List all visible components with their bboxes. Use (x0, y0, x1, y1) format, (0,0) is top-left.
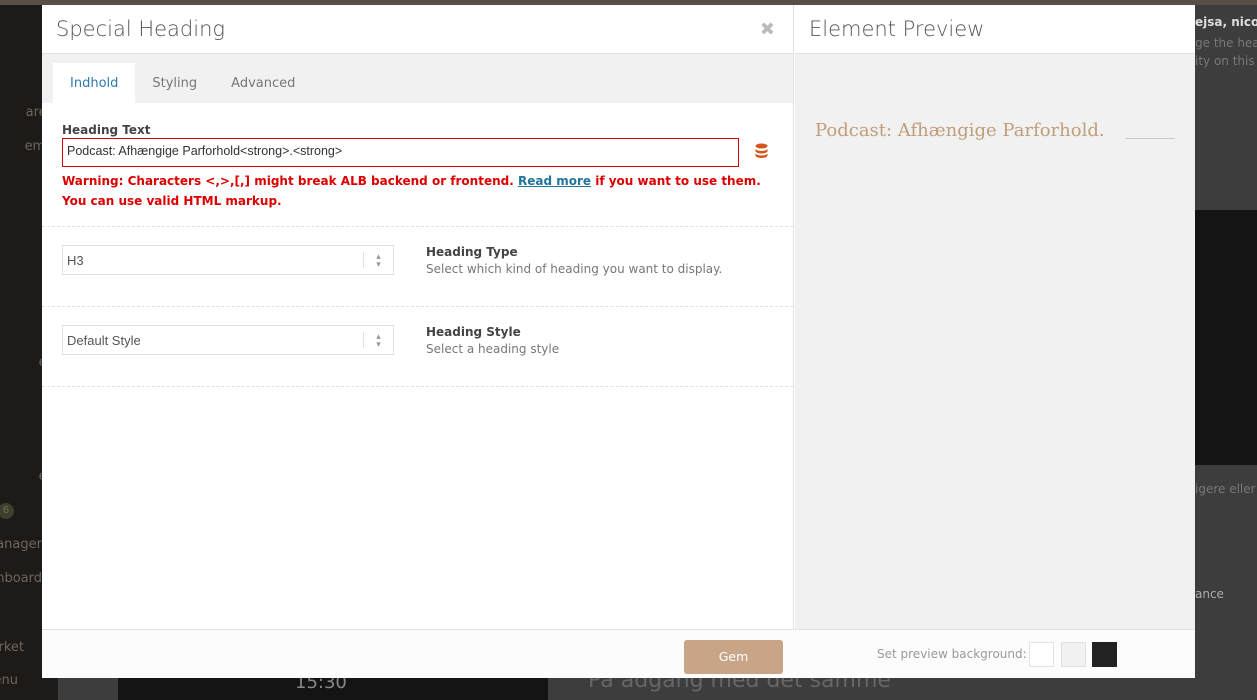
heading-type-select[interactable]: H3 ▴ ▾ (62, 245, 394, 275)
preview-divider (1125, 138, 1175, 139)
count-badge: 6 (0, 503, 14, 519)
bg-text: igere eller (1195, 482, 1256, 496)
heading-text-section: Heading Text Podcast: Afhængige Parforho… (42, 103, 793, 227)
swatch-dark[interactable] (1092, 642, 1117, 667)
updown-icon: ▴ ▾ (363, 252, 393, 269)
special-heading-modal: Special Heading ✖ Indhold Styling Advanc… (42, 5, 1195, 678)
heading-style-label: Heading Style (426, 325, 521, 339)
swatch-light-gray[interactable] (1061, 642, 1086, 667)
bg-image (1195, 210, 1257, 465)
heading-text-input[interactable]: Podcast: Afhængige Parforhold<strong>.<s… (62, 138, 739, 167)
select-value: H3 (67, 253, 84, 268)
sidebar-item[interactable]: enu (0, 673, 18, 688)
heading-style-row: Default Style ▴ ▾ Heading Style Select a he… (42, 307, 793, 387)
read-more-link[interactable]: Read more (518, 174, 591, 188)
swatch-white[interactable] (1029, 642, 1054, 667)
sidebar-item[interactable]: anager (0, 537, 42, 552)
save-button[interactable]: Gem (684, 640, 783, 674)
settings-pane: Special Heading ✖ Indhold Styling Advanc… (42, 5, 794, 678)
modal-footer: Gem (42, 629, 794, 678)
warning-message: Warning: Characters <,>,[,] might break … (62, 171, 772, 211)
heading-type-desc: Select which kind of heading you want to… (426, 262, 723, 276)
warning-text: Warning: Characters <,>,[,] might break … (62, 174, 514, 188)
select-value: Default Style (67, 333, 141, 348)
tab-styling[interactable]: Styling (135, 63, 214, 103)
tab-indhold[interactable]: Indhold (53, 63, 136, 103)
heading-style-desc: Select a heading style (426, 342, 560, 356)
bg-text: ance (1195, 587, 1224, 601)
sidebar-item[interactable]: rket (0, 640, 24, 655)
close-icon[interactable]: ✖ (760, 19, 775, 40)
heading-text-label: Heading Text (62, 123, 151, 137)
tab-bar: Indhold Styling Advanced (42, 54, 793, 103)
heading-type-row: H3 ▴ ▾ Heading Type Select which kind of he… (42, 227, 793, 307)
preview-pane: Element Preview Podcast: Afhængige Parfo… (795, 5, 1195, 678)
preview-heading: Podcast: Afhængige Parforhold. (815, 120, 1105, 141)
preview-bg-label: Set preview background: (877, 647, 1027, 661)
bg-text: ge the hea (1195, 36, 1257, 50)
preview-title: Element Preview (795, 5, 1195, 54)
modal-title: Special Heading (42, 5, 793, 54)
bg-text: ity on this (1195, 54, 1255, 68)
heading-type-label: Heading Type (426, 245, 518, 259)
sidebar-item[interactable]: hboard (0, 571, 42, 586)
preview-footer: Set preview background: (795, 629, 1195, 678)
user-name: ejsa, nicolea (1195, 15, 1257, 29)
database-icon[interactable] (755, 143, 768, 163)
tab-advanced[interactable]: Advanced (214, 63, 312, 103)
heading-style-select[interactable]: Default Style ▴ ▾ (62, 325, 394, 355)
updown-icon: ▴ ▾ (363, 332, 393, 349)
